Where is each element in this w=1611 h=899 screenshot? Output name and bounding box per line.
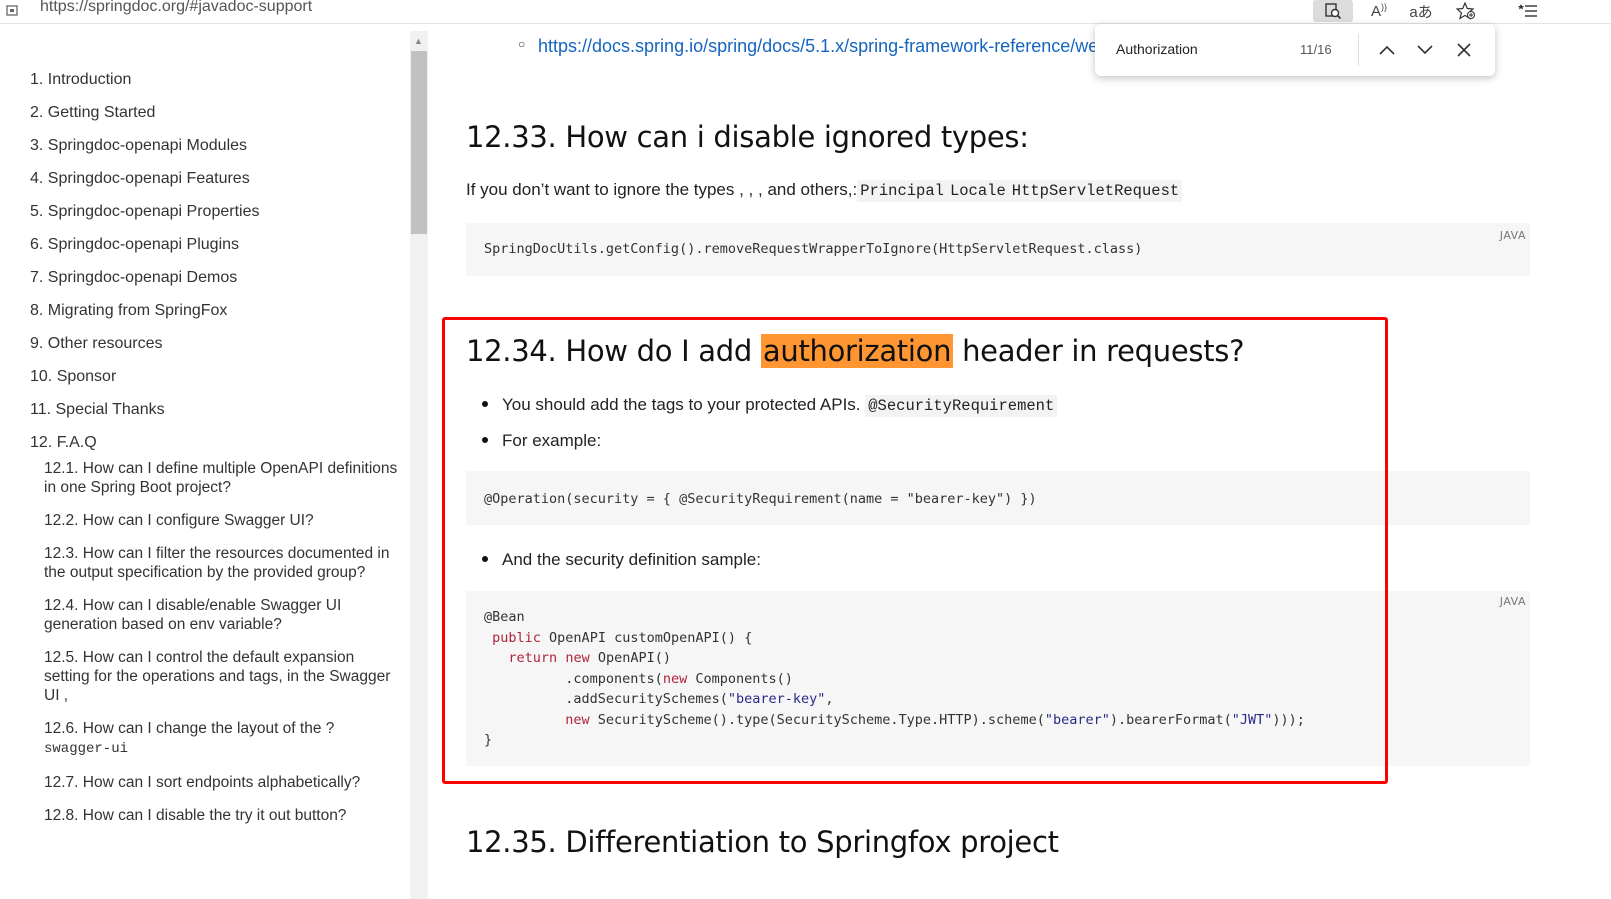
find-input[interactable]: Authorization [1116,41,1198,57]
section-35-title: 12.35. Differentiation to Springfox proj… [466,825,1059,859]
spring-docs-link[interactable]: https://docs.spring.io/spring/docs/5.1.x… [538,36,1098,57]
toc-subitem[interactable]: 12.2. How can I configure Swagger UI? [30,511,400,530]
toc-item[interactable]: 9. Other resources [30,333,400,366]
toc-subitem-layout[interactable]: 12.6. How can I change the layout of the… [30,719,400,759]
toc-item[interactable]: 6. Springdoc-openapi Plugins [30,234,400,267]
toc-subitem[interactable]: 12.3. How can I filter the resources doc… [30,544,400,582]
collections-icon[interactable] [1508,0,1548,22]
toc-subitem-label: 12.6. How can I change the layout of the… [44,720,335,737]
toc-list: 1. Introduction 2. Getting Started 3. Sp… [30,69,400,839]
find-icon[interactable] [1313,0,1353,22]
toc-item[interactable]: 10. Sponsor [30,366,400,399]
browser-toolbar: https://springdoc.org/#javadoc-support A… [0,0,1611,24]
toc-sidebar: 1. Introduction 2. Getting Started 3. Sp… [0,31,410,899]
section-33-paragraph: If you don’t want to ignore the types , … [466,180,858,199]
toc-subitem[interactable]: 12.5. How can I control the default expa… [30,648,400,705]
toc-subitem[interactable]: 12.7. How can I sort endpoints alphabeti… [30,773,400,792]
address-bar-url[interactable]: https://springdoc.org/#javadoc-support [40,0,312,16]
page-info-icon[interactable] [6,2,20,16]
toc-item[interactable]: 8. Migrating from SpringFox [30,300,400,333]
toc-subitem[interactable]: 12.8. How can I disable the try it out b… [30,806,400,825]
sidebar-scroll-thumb[interactable] [411,51,427,234]
code-lang-label: JAVA [1499,595,1526,608]
code-lang-label: JAVA [1499,229,1526,242]
toc-item[interactable]: 3. Springdoc-openapi Modules [30,135,400,168]
inline-code-locale: Locale [946,180,1009,202]
code-block-ignore: JAVA SpringDocUtils.getConfig().removeRe… [466,223,1530,276]
read-aloud-icon[interactable]: A)) [1359,0,1399,22]
annotation-red-box [442,317,1388,784]
toc-item[interactable]: 2. Getting Started [30,102,400,135]
toc-item[interactable]: 11. Special Thanks [30,399,400,432]
toc-subitem[interactable]: 12.1. How can I define multiple OpenAPI … [30,459,400,497]
toc-item[interactable]: 5. Springdoc-openapi Properties [30,201,400,234]
translate-icon[interactable]: aあ [1401,0,1441,22]
find-in-page-bar: Authorization 11/16 [1095,24,1495,76]
chevron-up-icon[interactable] [1375,38,1399,62]
toc-item[interactable]: 7. Springdoc-openapi Demos [30,267,400,300]
code-text: SpringDocUtils.getConfig().removeRequest… [484,241,1143,257]
toc-subitem[interactable]: 12.4. How can I disable/enable Swagger U… [30,596,400,634]
favorite-add-icon[interactable] [1446,0,1486,22]
inline-code-httpservletrequest: HttpServletRequest [1008,180,1183,202]
close-icon[interactable] [1452,38,1476,62]
bullet-circle-icon: ○ [518,37,526,51]
inline-code-principal: Principal [857,180,947,202]
chevron-down-icon[interactable] [1413,38,1437,62]
section-33-text: If you don’t want to ignore the types , … [466,180,1183,202]
toc-item[interactable]: 1. Introduction [30,69,400,102]
scroll-up-arrow-icon[interactable]: ▲ [414,36,423,46]
toc-subitem-code: swagger-ui [44,741,129,757]
section-33-title: 12.33. How can i disable ignored types: [466,120,1029,154]
toc-item[interactable]: 4. Springdoc-openapi Features [30,168,400,201]
find-match-count: 11/16 [1300,42,1332,57]
find-divider [1358,34,1359,66]
